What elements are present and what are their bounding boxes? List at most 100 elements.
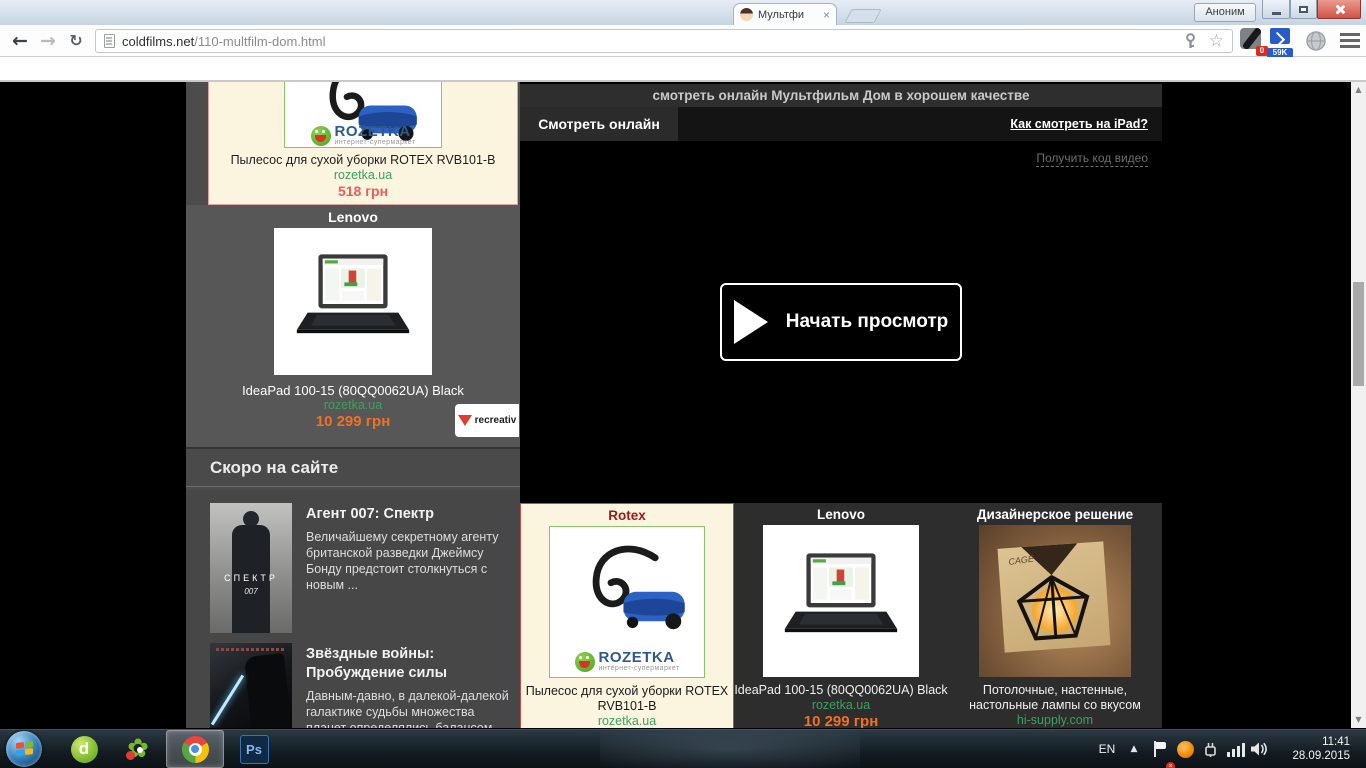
tab-favicon-icon [740,8,753,21]
clock-time: 11:41 [1322,736,1350,748]
taskbar-chrome-active[interactable] [166,730,224,768]
sidebar: ROZETKA интернет-супермаркет Пылесос для… [186,82,520,728]
laptop-drawing [296,254,410,334]
video-player-area[interactable]: Получить код видео Начать просмотр [520,141,1162,503]
player-tab-bar: Смотреть онлайн Как смотреть на iPad? [520,107,1162,141]
sidebar-ad-rotex[interactable]: ROZETKA интернет-супермаркет Пылесос для… [208,82,518,205]
clock-date: 28.09.2015 [1292,750,1350,762]
coming-soon-header: Скоро на сайте [186,447,520,487]
download-master-icon: d [70,735,98,763]
rozetka-logo: ROZETKA интернет-супермаркет [285,123,441,146]
get-video-code-link[interactable]: Получить код видео [1036,151,1148,167]
windows-logo-icon [15,741,33,757]
network-signal-icon[interactable] [1224,729,1248,768]
spectre-poster: СПЕКТР 007 [210,503,292,633]
language-indicator[interactable]: EN [1092,729,1122,768]
browser-toolbar: ← → ↻ coldfilms.net/110-multfilm-dom.htm… [0,25,1366,58]
video-page-title: смотреть онлайн Мультфильм Дом в хорошем… [520,84,1162,107]
back-button[interactable]: ← [8,29,32,53]
ad-site-link[interactable]: hi-supply.com [948,713,1162,728]
chrome-menu-icon[interactable] [1340,33,1360,49]
ad-site-link[interactable]: rozetka.ua [521,714,733,728]
tray-app-icon[interactable] [1174,729,1196,768]
ad-title: IdeaPad 100-15 (80QQ0062UA) Black [734,683,948,697]
star-wars-poster [210,643,292,728]
scroll-down-arrow[interactable]: ▼ [1351,712,1366,728]
ad-title: Пылесос для сухой уборки ROTEX RVB101-B [525,684,729,713]
taskbar-icq[interactable]: ✿ [112,730,164,768]
laptop-ad-image [274,228,432,375]
address-bar[interactable]: coldfilms.net/110-multfilm-dom.html ☆ [95,29,1233,53]
power-plug-icon[interactable] [1198,729,1222,768]
page-top-strip [0,57,1366,80]
volume-icon[interactable] [1248,729,1270,768]
taskbar-download-master[interactable]: d [58,730,110,768]
webpage: ROZETKA интернет-супермаркет Пылесос для… [0,82,1366,728]
scrollbar-thumb[interactable] [1353,282,1364,386]
play-button[interactable]: Начать просмотр [720,283,962,361]
lamp-box: CAGE [997,541,1111,653]
profile-button[interactable]: Аноним [1194,3,1256,22]
new-tab-button[interactable] [844,9,882,23]
bottom-ad-rotex[interactable]: Rotex ROZETKA интернет-супермаркет Пылес… [520,503,734,728]
play-button-label: Начать просмотр [785,311,949,332]
forward-button[interactable]: → [36,29,60,53]
tab-watch-online[interactable]: Смотреть онлайн [520,107,678,141]
reload-button[interactable]: ↻ [64,29,88,53]
counter-extension-icon[interactable]: 59K [1267,28,1294,58]
lightsaber-glow [210,674,245,726]
bookmark-star-icon[interactable]: ☆ [1209,32,1224,50]
minimize-button[interactable] [1262,0,1290,19]
rozetka-logo-text: ROZETKA [334,123,411,140]
rozetka-logo-text: ROZETKA [598,649,675,666]
chrome-icon [181,735,209,763]
close-icon [1334,4,1345,15]
taskbar-clock[interactable]: 11:41 28.09.2015 [1278,729,1358,768]
browser-titlebar: Мультфи × Аноним [0,0,1366,25]
tab-title: Мультфи [758,8,805,21]
movie-title[interactable]: Звёздные войны: Пробуждение силы [306,645,510,683]
taskbar-photoshop[interactable]: Ps [228,730,280,768]
ad-title: Потолочные, настенные, настольные лампы … [969,683,1141,712]
rozetka-logo: ROZETKA интернет-супермаркет [550,649,704,672]
tab-close-icon[interactable]: × [823,9,830,21]
rozetka-tagline: интернет-супермаркет [598,665,680,672]
poster-topline [216,648,286,651]
main-content: смотреть онлайн Мультфильм Дом в хорошем… [520,82,1162,728]
browser-tab[interactable]: Мультфи × [733,3,837,25]
scroll-up-arrow[interactable]: ▲ [1351,82,1366,98]
tray-expand-arrow[interactable]: ▲ [1124,729,1144,768]
rozetka-smiley-icon [310,125,331,146]
laptop-ad-image [763,525,919,677]
action-center-flag-icon[interactable]: × [1148,729,1175,768]
ad-brand: Lenovo [328,209,378,225]
movie-title[interactable]: Агент 007: Спектр [306,505,510,524]
globe-extension-icon[interactable] [1306,31,1326,51]
icq-flower-icon: ✿ [126,734,149,764]
blocker-extension-icon[interactable]: 0 [1240,28,1268,56]
url-host: coldfilms.net [122,33,195,49]
ipad-help-link[interactable]: Как смотреть на iPad? [1010,107,1148,141]
ad-site-link[interactable]: rozetka.ua [209,168,517,183]
vacuum-ad-image: ROZETKA интернет-супермаркет [284,82,442,148]
laptop-drawing [784,553,898,633]
bottom-ad-lamp[interactable]: Дизайнерское решение CAGE Потолочные, на… [948,503,1162,728]
page-scrollbar[interactable]: ▲ ▼ [1351,82,1366,728]
poster-subtitle: 007 [244,587,258,596]
poster-title: СПЕКТР [224,573,278,583]
windows-taskbar: d ✿ Ps EN ▲ × 11:41 28.09.2015 [0,728,1366,768]
start-button[interactable] [6,731,42,767]
maximize-icon [1299,5,1308,13]
ad-site-link[interactable]: rozetka.ua [734,698,948,713]
poster-figure [243,653,292,728]
play-icon [733,300,768,344]
close-button[interactable] [1317,0,1361,19]
bottom-ad-lenovo[interactable]: Lenovo IdeaPad 100-15 (80QQ0062UA) Black… [734,503,948,728]
key-icon[interactable] [1184,33,1197,49]
rozetka-smiley-icon [574,651,595,672]
maximize-button[interactable] [1290,0,1317,19]
recreativ-badge[interactable]: recreativ [455,404,519,437]
vacuum-ad-image: ROZETKA интернет-супермаркет [549,526,705,678]
ad-title: IdeaPad 100-15 (80QQ0062UA) Black [242,383,464,398]
page-icon [104,34,115,48]
